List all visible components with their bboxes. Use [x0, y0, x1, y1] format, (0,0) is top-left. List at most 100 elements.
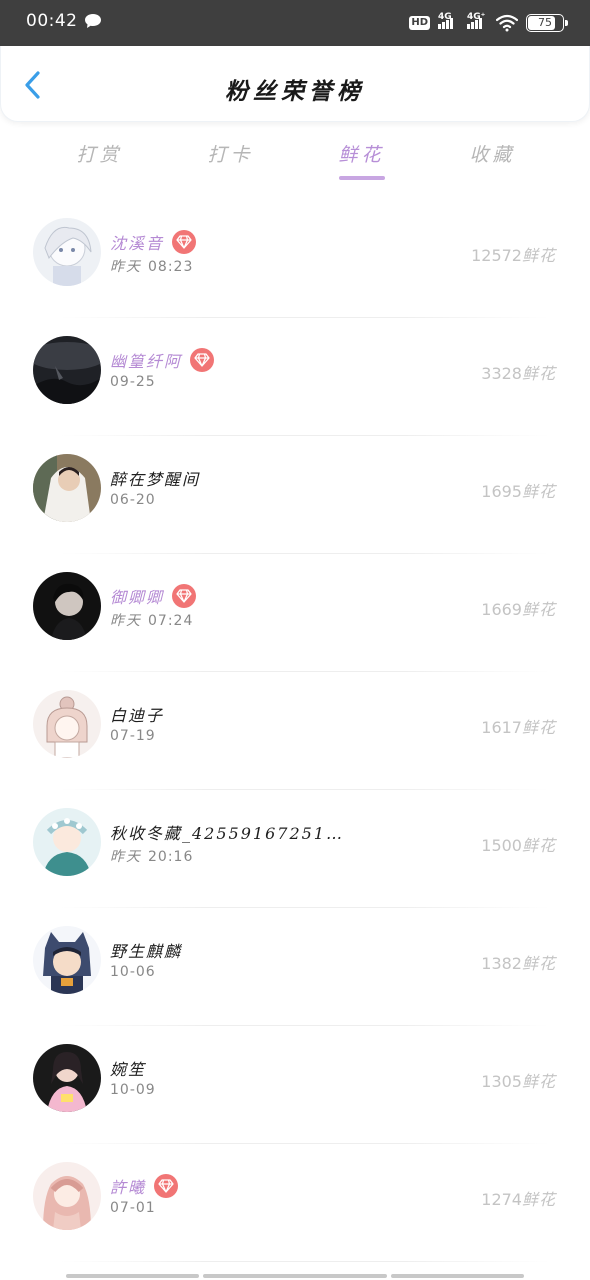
status-bar: 00:42 HD 4G 4G⁺ 75	[0, 0, 590, 46]
tab-checkin[interactable]: 打卡	[165, 136, 296, 186]
message-icon	[85, 14, 101, 28]
flower-count: 1617鲜花	[481, 714, 556, 738]
date-value: 09-25	[110, 374, 156, 390]
battery-icon: 75	[526, 14, 568, 32]
tab-flowers[interactable]: 鲜花	[296, 136, 427, 186]
flower-unit: 鲜花	[521, 836, 556, 855]
flower-unit: 鲜花	[521, 1190, 556, 1209]
vip-diamond-icon	[154, 1174, 179, 1198]
timestamp: 07-01	[110, 1200, 156, 1216]
flower-count-value: 1500	[481, 836, 522, 855]
flower-count-value: 12572	[471, 246, 522, 265]
flower-unit: 鲜花	[521, 600, 556, 619]
avatar[interactable]	[33, 572, 101, 640]
list-item[interactable]: 婉笙 10-09 1305鲜花	[0, 1026, 590, 1144]
timestamp: 07-19	[110, 728, 156, 744]
avatar[interactable]	[33, 690, 101, 758]
status-icons: HD 4G 4G⁺ 75	[409, 12, 568, 33]
timestamp: 09-25	[110, 374, 156, 390]
flower-count-value: 1382	[481, 954, 522, 973]
vip-diamond-icon	[190, 348, 215, 372]
list-item[interactable]: 白迪子 07-19 1617鲜花	[0, 672, 590, 790]
list-item[interactable]: 醉在梦醒间 06-20 1695鲜花	[0, 436, 590, 554]
date-value: 07:24	[148, 613, 194, 629]
avatar[interactable]	[33, 1044, 101, 1112]
avatar[interactable]	[33, 1162, 101, 1230]
flower-count: 1274鲜花	[481, 1186, 556, 1210]
timestamp: 10-09	[110, 1082, 156, 1098]
flower-unit: 鲜花	[521, 482, 556, 501]
date-prefix: 昨天	[110, 613, 142, 629]
list-item[interactable]: 野生麒麟 10-06 1382鲜花	[0, 908, 590, 1026]
flower-count-value: 1305	[481, 1072, 522, 1091]
name-line: 幽篁纤阿	[110, 348, 215, 372]
name-line: 白迪子	[110, 702, 164, 726]
list-item[interactable]: 幽篁纤阿 09-25 3328鲜花	[0, 318, 590, 436]
flower-count-value: 3328	[481, 364, 522, 383]
date-value: 08:23	[148, 259, 194, 275]
timestamp: 昨天 07:24	[110, 610, 193, 630]
flower-count: 1669鲜花	[481, 596, 556, 620]
fan-ranking-list: 沈溪音 昨天 08:23 12572鲜花 幽篁纤阿 09-25 3328鲜花 醉在梦醒间 06-…	[0, 200, 590, 1262]
date-value: 07-19	[110, 728, 156, 744]
status-time: 00:42	[26, 11, 78, 31]
list-item[interactable]: 御卿卿昨天 07:24 1669鲜花	[0, 554, 590, 672]
flower-unit: 鲜花	[521, 718, 556, 737]
home-indicator	[66, 1274, 524, 1278]
list-item[interactable]: 沈溪音 昨天 08:23 12572鲜花	[0, 200, 590, 318]
timestamp: 10-06	[110, 964, 156, 980]
date-value: 10-06	[110, 964, 156, 980]
name-line: 婉笙	[110, 1056, 146, 1080]
flower-unit: 鲜花	[521, 1072, 556, 1091]
user-name: 許曦	[110, 1178, 147, 1197]
vip-diamond-icon	[172, 230, 197, 254]
name-line: 許曦	[110, 1174, 179, 1198]
list-item[interactable]: 秋收冬藏_42559167251… 昨天 20:16 1500鲜花	[0, 790, 590, 908]
tab-bar: 打赏 打卡 鲜花 收藏	[34, 136, 558, 186]
flower-count-value: 1695	[481, 482, 522, 501]
list-item[interactable]: 許曦 07-01 1274鲜花	[0, 1144, 590, 1262]
avatar[interactable]	[33, 218, 101, 286]
signal-1-icon: 4G	[438, 12, 453, 29]
date-prefix: 昨天	[110, 849, 142, 865]
header: 粉丝荣誉榜	[0, 46, 590, 122]
date-value: 20:16	[148, 849, 194, 865]
user-name: 御卿卿	[110, 588, 165, 607]
date-value: 10-09	[110, 1082, 156, 1098]
tab-favorites[interactable]: 收藏	[427, 136, 558, 186]
user-name: 醉在梦醒间	[110, 470, 201, 489]
name-line: 野生麒麟	[110, 938, 182, 962]
flower-count: 1305鲜花	[481, 1068, 556, 1092]
avatar[interactable]	[33, 808, 101, 876]
name-line: 御卿卿	[110, 584, 197, 608]
hd-icon: HD	[409, 16, 430, 30]
flower-unit: 鲜花	[521, 954, 556, 973]
net1-label: 4G	[438, 11, 452, 22]
avatar[interactable]	[33, 926, 101, 994]
battery-level: 75	[538, 16, 552, 29]
signal-2-icon: 4G⁺	[467, 12, 485, 29]
vip-diamond-icon	[172, 584, 197, 608]
user-name: 秋收冬藏_42559167251…	[110, 824, 344, 843]
name-line: 秋收冬藏_42559167251…	[110, 820, 344, 844]
name-line: 醉在梦醒间	[110, 466, 200, 490]
user-name: 幽篁纤阿	[110, 352, 183, 371]
flower-count: 1695鲜花	[481, 478, 556, 502]
avatar[interactable]	[33, 336, 101, 404]
timestamp: 06-20	[110, 492, 156, 508]
flower-count: 3328鲜花	[481, 360, 556, 384]
date-value: 07-01	[110, 1200, 156, 1216]
flower-count: 1500鲜花	[481, 832, 556, 856]
tab-reward[interactable]: 打赏	[34, 136, 165, 186]
flower-count: 12572鲜花	[471, 242, 556, 266]
user-name: 婉笙	[110, 1060, 147, 1079]
name-line: 沈溪音	[110, 230, 197, 254]
flower-count: 1382鲜花	[481, 950, 556, 974]
flower-unit: 鲜花	[521, 364, 556, 383]
avatar[interactable]	[33, 454, 101, 522]
flower-count-value: 1274	[481, 1190, 522, 1209]
user-name: 沈溪音	[110, 234, 165, 253]
net2-label: 4G⁺	[467, 11, 486, 22]
timestamp: 昨天 20:16	[110, 846, 193, 866]
user-name: 野生麒麟	[110, 942, 183, 961]
